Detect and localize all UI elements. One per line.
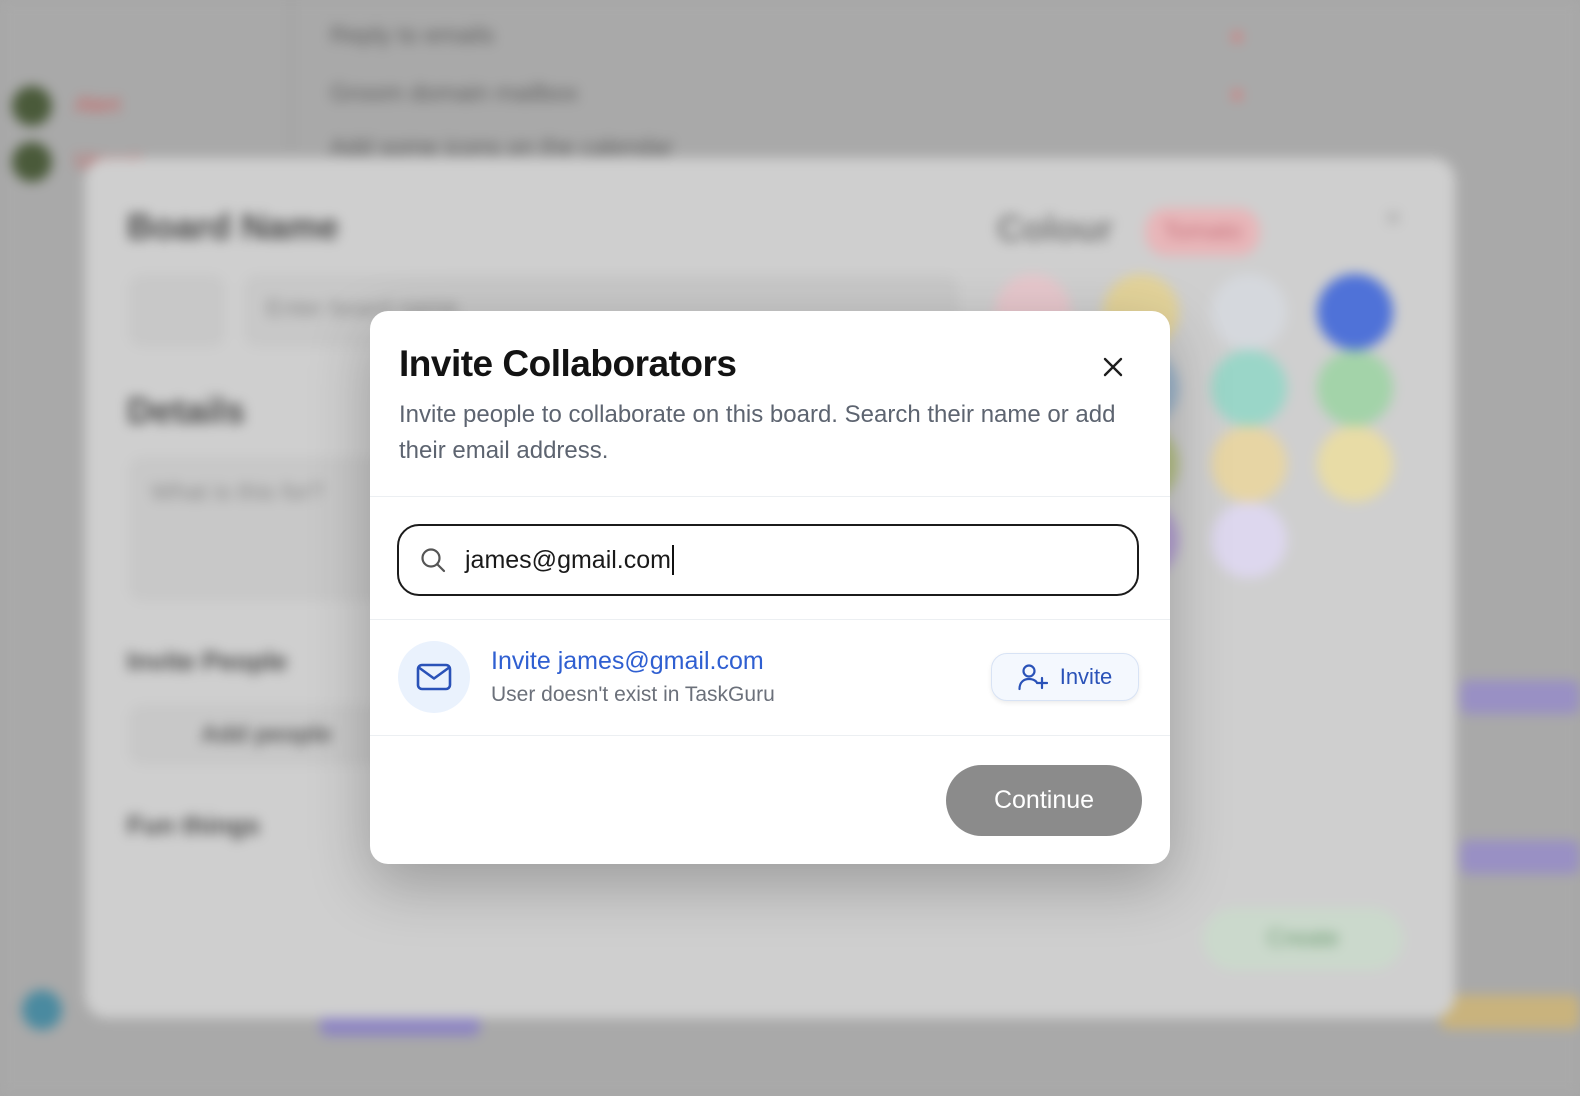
bg-colour-swatch	[1211, 350, 1287, 426]
bg-add-people-label: Add people	[201, 721, 332, 748]
close-button[interactable]	[1095, 349, 1131, 385]
bg-details-placeholder: What is this for?	[151, 479, 324, 506]
divider	[370, 496, 1170, 497]
bg-task-row: Reply to emails	[330, 22, 495, 49]
mail-icon	[416, 663, 452, 691]
invite-result-subtitle: User doesn't exist in TaskGuru	[491, 683, 775, 706]
invite-button-label[interactable]: Invite	[1060, 664, 1113, 690]
bg-colour-swatch	[1211, 502, 1287, 578]
dialog-title: Invite Collaborators	[399, 343, 737, 384]
bg-tag	[1440, 995, 1580, 1029]
search-input[interactable]: james@gmail.com	[397, 524, 1139, 596]
bg-avatar	[22, 990, 62, 1030]
bg-colour-label: Colour	[997, 208, 1113, 249]
bg-create-button: Create	[1203, 908, 1403, 970]
bg-colour-badge: Tomato	[1145, 208, 1260, 256]
bg-colour-swatch	[1317, 274, 1393, 350]
bg-add-people-button: Add people	[130, 706, 392, 764]
bg-details-label: Details	[127, 390, 246, 431]
bg-colour-swatch	[1211, 274, 1287, 350]
bg-sidebar-label: Alert	[75, 92, 121, 117]
invite-button[interactable]: Invite	[991, 653, 1139, 701]
bg-colour-swatch	[1317, 350, 1393, 426]
continue-button[interactable]: Continue	[946, 765, 1142, 836]
bg-tag	[1460, 680, 1580, 714]
text-caret	[671, 545, 674, 575]
user-plus-icon	[1018, 664, 1048, 691]
bg-invite-people-label: Invite People	[127, 646, 288, 676]
mail-icon-avatar	[398, 641, 470, 713]
bg-board-name-label: Board Name	[127, 206, 340, 247]
invite-result-item[interactable]: Invite james@gmail.com User doesn't exis…	[398, 640, 1142, 714]
divider	[370, 619, 1170, 620]
bg-close-icon: ×	[1385, 202, 1402, 233]
bg-avatar	[12, 86, 52, 126]
bg-icon-picker	[130, 276, 224, 346]
dialog-description: Invite people to collaborate on this boa…	[399, 401, 1116, 464]
divider	[370, 735, 1170, 736]
bg-tag	[1460, 840, 1580, 874]
bg-colour-swatch	[1317, 426, 1393, 502]
bg-status-dot	[1232, 90, 1242, 100]
search-input-value[interactable]: james@gmail.com	[465, 546, 671, 575]
invite-result-title[interactable]: Invite james@gmail.com	[491, 647, 764, 676]
search-icon	[419, 545, 449, 575]
close-icon[interactable]	[1102, 356, 1124, 378]
bg-colour-swatch	[1211, 426, 1287, 502]
invite-collaborators-dialog: Invite Collaborators Invite people to co…	[370, 311, 1170, 864]
bg-status-dot	[1232, 32, 1242, 42]
bg-task-row: Groom domain mailbox	[330, 80, 579, 107]
bg-fun-things-label: Fun things	[127, 810, 260, 840]
bg-divider	[290, 0, 292, 150]
bg-avatar	[12, 142, 52, 182]
bg-tag	[320, 1016, 480, 1036]
